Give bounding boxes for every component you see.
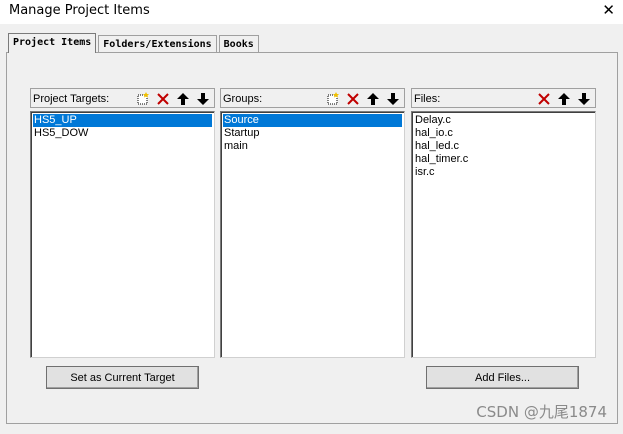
move-up-icon[interactable] — [554, 90, 574, 107]
files-header: Files: — [411, 88, 596, 108]
groups-header: Groups: — [220, 88, 405, 108]
set-current-target-button[interactable]: Set as Current Target — [46, 366, 199, 389]
move-down-icon[interactable] — [574, 90, 594, 107]
groups-group: Groups: Source Startup main — [220, 88, 405, 358]
project-targets-list[interactable]: HS5_UP HS5_DOW — [30, 111, 215, 358]
tab-project-items[interactable]: Project Items — [8, 33, 97, 53]
list-item[interactable]: hal_timer.c — [414, 153, 593, 166]
project-targets-group: Project Targets: HS5_UP HS5_DOW — [30, 88, 215, 358]
window-title: Manage Project Items — [9, 3, 150, 18]
new-icon[interactable] — [133, 90, 153, 107]
move-down-icon[interactable] — [193, 90, 213, 107]
groups-label: Groups: — [223, 93, 263, 105]
list-item[interactable]: isr.c — [414, 166, 593, 179]
list-item[interactable]: hal_led.c — [414, 140, 593, 153]
tab-books[interactable]: Books — [218, 35, 259, 53]
new-icon[interactable] — [323, 90, 343, 107]
list-item[interactable]: main — [223, 140, 402, 153]
close-icon[interactable]: ✕ — [602, 1, 615, 19]
list-item[interactable]: Startup — [223, 127, 402, 140]
watermark: CSDN @九尾1874 — [476, 403, 607, 421]
files-list[interactable]: Delay.c hal_io.c hal_led.c hal_timer.c i… — [411, 111, 596, 358]
dialog-body: Project Items Folders/Extensions Books P… — [0, 24, 623, 434]
move-up-icon[interactable] — [363, 90, 383, 107]
project-targets-label: Project Targets: — [33, 93, 110, 105]
list-item[interactable]: HS5_DOW — [33, 127, 212, 140]
groups-list[interactable]: Source Startup main — [220, 111, 405, 358]
delete-icon[interactable] — [343, 90, 363, 107]
move-up-icon[interactable] — [173, 90, 193, 107]
list-item[interactable]: hal_io.c — [414, 127, 593, 140]
files-label: Files: — [414, 93, 441, 105]
files-group: Files: Delay.c hal_io.c hal_led.c hal_ti… — [411, 88, 596, 358]
title-bar: Manage Project Items ✕ — [0, 0, 623, 24]
list-item[interactable]: HS5_UP — [33, 114, 212, 127]
add-files-button[interactable]: Add Files... — [426, 366, 579, 389]
project-targets-header: Project Targets: — [30, 88, 215, 108]
tab-folders-extensions[interactable]: Folders/Extensions — [98, 35, 217, 53]
tab-strip: Project Items Folders/Extensions Books — [8, 33, 261, 53]
list-item[interactable]: Source — [223, 114, 402, 127]
delete-icon[interactable] — [534, 90, 554, 107]
list-item[interactable]: Delay.c — [414, 114, 593, 127]
delete-icon[interactable] — [153, 90, 173, 107]
move-down-icon[interactable] — [383, 90, 403, 107]
